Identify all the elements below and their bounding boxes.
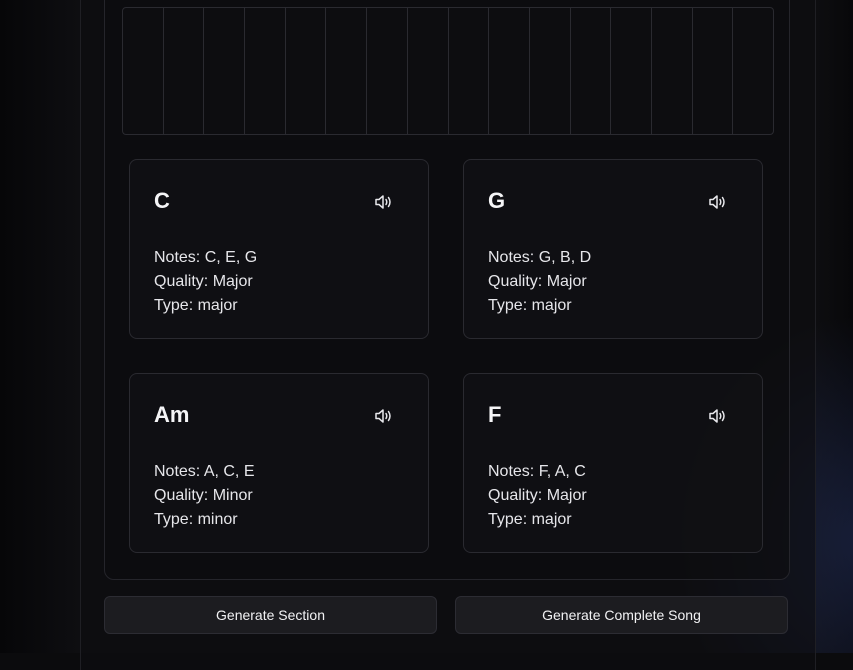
chord-type: Type: major [154,294,257,318]
piano-key[interactable] [326,8,367,134]
chord-card-g: G Notes: G, B, D Quality: Major Type: ma… [463,159,763,339]
chord-details: Notes: A, C, E Quality: Minor Type: mino… [154,460,255,532]
chord-notes: Notes: C, E, G [154,246,257,270]
chord-notes: Notes: G, B, D [488,246,591,270]
speaker-volume-icon [374,194,394,210]
chord-card-am: Am Notes: A, C, E Quality: Minor Type: m… [129,373,429,553]
play-chord-button[interactable] [370,404,398,428]
piano-key[interactable] [611,8,652,134]
chord-notes: Notes: F, A, C [488,460,587,484]
speaker-volume-icon [708,408,728,424]
chord-quality: Quality: Major [154,270,257,294]
piano-key[interactable] [449,8,490,134]
play-chord-button[interactable] [704,190,732,214]
chord-type: Type: major [488,508,587,532]
chord-details: Notes: G, B, D Quality: Major Type: majo… [488,246,591,318]
chord-quality: Quality: Major [488,270,591,294]
chord-details: Notes: F, A, C Quality: Major Type: majo… [488,460,587,532]
generate-complete-song-button[interactable]: Generate Complete Song [455,596,788,634]
piano-key[interactable] [123,8,164,134]
chord-name: C [154,188,170,214]
chord-card-f: F Notes: F, A, C Quality: Major Type: ma… [463,373,763,553]
piano-key[interactable] [245,8,286,134]
play-chord-button[interactable] [370,190,398,214]
piano-key[interactable] [571,8,612,134]
chord-notes: Notes: A, C, E [154,460,255,484]
chord-name: G [488,188,505,214]
piano-key[interactable] [733,8,773,134]
piano-key[interactable] [164,8,205,134]
piano-key[interactable] [652,8,693,134]
piano-key[interactable] [530,8,571,134]
piano-key[interactable] [204,8,245,134]
piano-key[interactable] [367,8,408,134]
chord-type: Type: major [488,294,591,318]
speaker-volume-icon [708,194,728,210]
chord-type: Type: minor [154,508,255,532]
piano-key[interactable] [408,8,449,134]
play-chord-button[interactable] [704,404,732,428]
chord-card-c: C Notes: C, E, G Quality: Major Type: ma… [129,159,429,339]
piano-key[interactable] [693,8,734,134]
piano-key[interactable] [286,8,327,134]
chord-name: Am [154,402,189,428]
piano-keyboard[interactable] [122,7,774,135]
chord-quality: Quality: Major [488,484,587,508]
chord-quality: Quality: Minor [154,484,255,508]
piano-key[interactable] [489,8,530,134]
chord-name: F [488,402,501,428]
chord-details: Notes: C, E, G Quality: Major Type: majo… [154,246,257,318]
speaker-volume-icon [374,408,394,424]
generate-section-button[interactable]: Generate Section [104,596,437,634]
